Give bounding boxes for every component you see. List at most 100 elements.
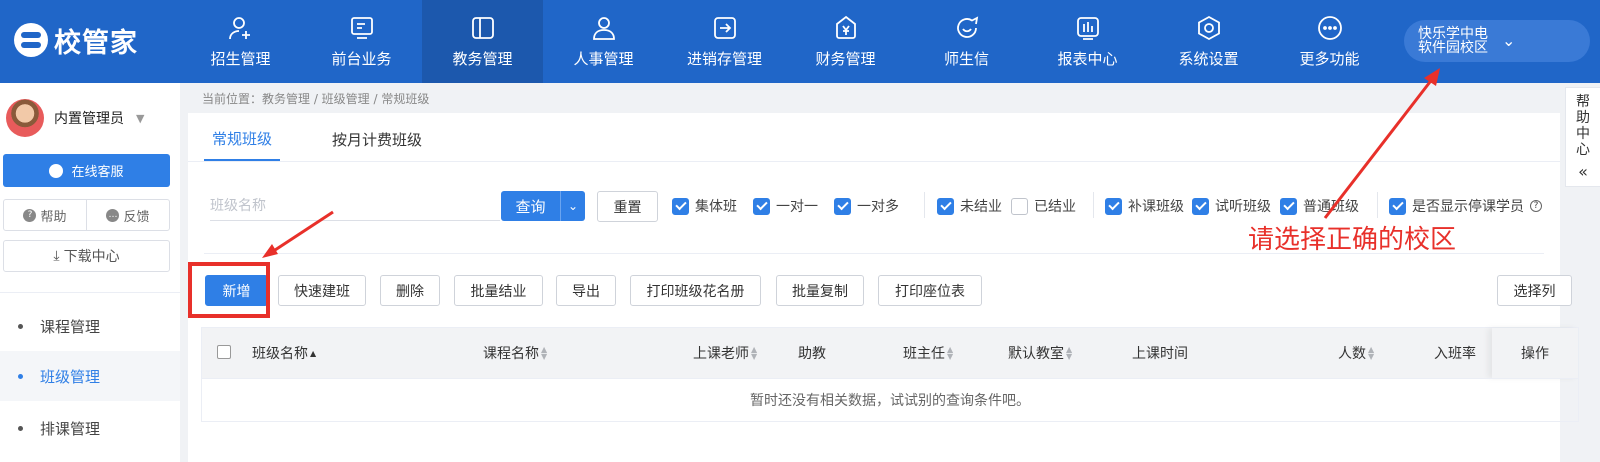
bullet-icon: [18, 373, 23, 379]
class-table: 班级名称 ▲ 课程名称 ▲ ▼ 上课老师 ▲ ▼ 助教 班主任 ▲ ▼ 默认教室 ▲ ▼ 上课时间…: [201, 327, 1579, 422]
checkbox-makeup-class[interactable]: 补课班级: [1105, 196, 1184, 216]
checkbox[interactable]: [1389, 197, 1406, 215]
sidebar-item-courses[interactable]: 课程管理: [0, 301, 180, 351]
class-name-input[interactable]: [210, 191, 500, 221]
checkbox-graduated[interactable]: 已结业: [1011, 196, 1076, 216]
checkbox-show-suspended[interactable]: 是否显示停课学员?: [1389, 196, 1542, 216]
checkbox-one-to-many[interactable]: 一对多: [834, 196, 899, 216]
app-logo[interactable]: 校管家: [14, 20, 138, 60]
nav-item-more[interactable]: 更多功能: [1269, 0, 1390, 83]
online-service-button[interactable]: 在线客服: [3, 154, 170, 187]
tab-regular-classes[interactable]: 常规班级: [204, 118, 281, 161]
column-label: 课程名称: [483, 346, 539, 362]
chevron-down-icon: ⌄: [1502, 31, 1516, 50]
yen-shield-icon: [835, 15, 856, 39]
select-all-checkbox[interactable]: [217, 345, 231, 359]
checkbox[interactable]: [1280, 197, 1297, 215]
sort-icon[interactable]: ▲ ▼: [751, 346, 757, 361]
feedback-label: 反馈: [123, 209, 150, 225]
nav-item-finance[interactable]: 财务管理: [785, 0, 906, 83]
checkbox[interactable]: [937, 197, 954, 215]
delete-button[interactable]: 删除: [380, 275, 440, 306]
nav-label: 进销存管理: [686, 49, 762, 68]
nav-item-messages[interactable]: 师生信: [906, 0, 1027, 83]
checkbox-not-graduated[interactable]: 未结业: [937, 196, 1002, 216]
nav-item-academic[interactable]: 教务管理: [422, 0, 543, 83]
checkbox[interactable]: [672, 197, 689, 215]
checkbox-one-on-one[interactable]: 一对一: [753, 196, 818, 216]
column-label: 上课时间: [1132, 346, 1188, 362]
feedback-icon: …: [106, 208, 120, 222]
reset-button[interactable]: 重置: [597, 191, 658, 222]
double-chevron-down-icon[interactable]: ⌄: [561, 191, 585, 221]
nav-label: 前台业务: [331, 49, 392, 68]
nav-item-enrollment[interactable]: 招生管理: [180, 0, 301, 83]
column-header-head-teacher[interactable]: 班主任 ▲ ▼: [903, 328, 953, 378]
download-center-button[interactable]: ⤓ 下载中心: [3, 240, 170, 272]
print-roster-button[interactable]: 打印班级花名册: [630, 275, 761, 306]
person-icon: [592, 16, 615, 40]
nav-item-hr[interactable]: 人事管理: [543, 0, 664, 83]
checkbox[interactable]: [1011, 197, 1028, 215]
divider: [0, 292, 180, 293]
checkbox[interactable]: [1105, 197, 1122, 215]
person-add-icon: [228, 16, 250, 39]
sort-icon[interactable]: ▲ ▼: [1066, 346, 1072, 361]
batch-graduate-button[interactable]: 批量结业: [454, 275, 543, 306]
sort-icon[interactable]: ▲: [310, 349, 316, 357]
column-header-classroom[interactable]: 默认教室 ▲ ▼: [1008, 328, 1072, 378]
main-nav: 招生管理 前台业务 教务管理 人事管理 进销存管理 财务管理 师生信 报表中心: [180, 0, 1390, 83]
help-button[interactable]: ? 帮助: [4, 200, 87, 230]
sort-icon[interactable]: ▲ ▼: [1368, 346, 1374, 361]
sort-icon[interactable]: ▲ ▼: [947, 346, 953, 361]
checkbox-label: 是否显示停课学员: [1412, 199, 1524, 215]
nav-label: 系统设置: [1178, 49, 1239, 68]
query-button[interactable]: 查询 ⌄: [501, 191, 585, 221]
column-header-teacher[interactable]: 上课老师 ▲ ▼: [693, 328, 757, 378]
class-tabs: 常规班级 按月计费班级: [204, 118, 474, 161]
tab-monthly-classes[interactable]: 按月计费班级: [324, 118, 430, 161]
nav-item-inventory[interactable]: 进销存管理: [664, 0, 785, 83]
nav-item-front-desk[interactable]: 前台业务: [301, 0, 422, 83]
select-columns-button[interactable]: 选择列: [1497, 275, 1572, 306]
checkbox-label: 一对多: [857, 199, 899, 215]
campus-selector[interactable]: 快乐学中电软件园校区 ⌄: [1404, 20, 1590, 62]
help-center-tab[interactable]: 帮 助 中 心 «: [1565, 87, 1600, 187]
feedback-button[interactable]: … 反馈: [87, 200, 169, 230]
sidebar-item-classes[interactable]: 班级管理: [0, 351, 180, 401]
collapse-left-icon[interactable]: «: [1578, 164, 1588, 180]
checkbox-group-class[interactable]: 集体班: [672, 196, 737, 216]
divider: [1377, 192, 1378, 218]
chat-bubble-icon: [956, 15, 978, 38]
user-name: 内置管理员: [54, 111, 124, 127]
help-circle-icon[interactable]: ?: [1530, 200, 1542, 212]
user-menu[interactable]: 内置管理员 ▼: [6, 99, 144, 137]
column-header-count[interactable]: 人数 ▲ ▼: [1338, 328, 1374, 378]
nav-item-reports[interactable]: 报表中心: [1027, 0, 1148, 83]
checkbox-trial-class[interactable]: 试听班级: [1192, 196, 1271, 216]
column-header-course-name[interactable]: 课程名称 ▲ ▼: [483, 328, 547, 378]
chat-icon: [49, 163, 64, 178]
arrow-box-icon: [713, 16, 736, 39]
checkbox[interactable]: [753, 197, 770, 215]
campus-label: 快乐学中电软件园校区: [1418, 26, 1488, 56]
column-header-enroll-rate: 入班率: [1434, 328, 1476, 378]
panel-icon: [471, 16, 494, 39]
sort-icon[interactable]: ▲ ▼: [541, 346, 547, 361]
checkbox-normal-class[interactable]: 普通班级: [1280, 196, 1359, 216]
quick-create-class-button[interactable]: 快速建班: [278, 275, 366, 306]
column-header-class-name[interactable]: 班级名称 ▲: [252, 328, 316, 378]
column-label: 班级名称: [252, 346, 308, 362]
nav-label: 人事管理: [573, 49, 634, 68]
batch-copy-button[interactable]: 批量复制: [776, 275, 864, 306]
print-seating-button[interactable]: 打印座位表: [878, 275, 982, 306]
export-button[interactable]: 导出: [556, 275, 616, 306]
checkbox[interactable]: [1192, 197, 1209, 215]
nav-item-settings[interactable]: 系统设置: [1148, 0, 1269, 83]
sidebar-item-scheduling[interactable]: 排课管理: [0, 403, 180, 453]
divider: [1093, 192, 1094, 218]
help-center-char: 帮: [1576, 94, 1590, 110]
question-icon: ?: [23, 208, 37, 222]
top-navbar: 校管家 招生管理 前台业务 教务管理 人事管理 进销存管理 财务管理 师生信 报…: [0, 0, 1600, 83]
checkbox[interactable]: [834, 197, 851, 215]
